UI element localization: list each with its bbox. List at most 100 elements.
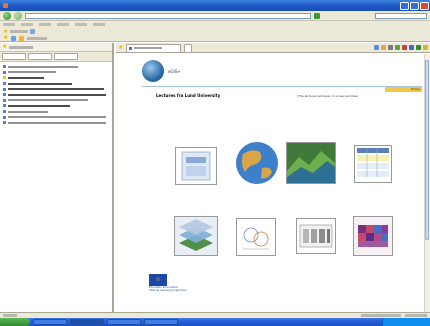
- lecture-thumb-2[interactable]: [234, 140, 280, 186]
- home-link[interactable]: Home: [385, 87, 422, 92]
- taskbar-item[interactable]: [107, 319, 141, 325]
- raster-layers-icon: [179, 219, 213, 251]
- favorites-list: [0, 62, 112, 128]
- help-icon[interactable]: [423, 45, 428, 50]
- taskbar-item-active[interactable]: [70, 319, 104, 325]
- page-menu-icon[interactable]: [395, 45, 400, 50]
- favorites-bar-label[interactable]: [10, 30, 29, 33]
- favorites-center-star-icon[interactable]: ★: [3, 35, 8, 41]
- eu-logo-text: Education and Culture Lifelong learning …: [149, 286, 201, 292]
- close-button[interactable]: [420, 1, 429, 10]
- zoom-level[interactable]: [405, 314, 427, 317]
- database-table-icon: [357, 148, 389, 177]
- research-icon[interactable]: [416, 45, 421, 50]
- cells-grid-icon: [299, 224, 333, 248]
- start-button[interactable]: [0, 318, 30, 326]
- status-zone: [361, 314, 401, 317]
- section-note: (The lectures will open in a new window): [297, 94, 359, 98]
- globe-map-icon: [236, 142, 278, 184]
- menu-item-view[interactable]: [39, 23, 51, 26]
- go-button[interactable]: [314, 12, 320, 19]
- taskbar-item[interactable]: [144, 319, 178, 325]
- minimize-button[interactable]: [400, 1, 409, 10]
- sidebar-tab-favorites[interactable]: [2, 53, 26, 60]
- page-tools: [374, 45, 428, 50]
- tools-icon[interactable]: [409, 45, 414, 50]
- search-input[interactable]: [375, 12, 427, 19]
- sidebar-title: [9, 45, 34, 49]
- favorites-tab-label[interactable]: [27, 36, 48, 40]
- section-title: Lectures fra Lund University: [156, 93, 221, 98]
- tab-favicon: [129, 46, 133, 50]
- menu-bar: [0, 21, 430, 28]
- lecture-thumb-5[interactable]: [174, 216, 218, 256]
- lecture-thumb-1[interactable]: [175, 147, 217, 185]
- tab-label: [134, 47, 163, 49]
- gis-book-cover-icon: [181, 151, 211, 181]
- menu-item-tools[interactable]: [75, 23, 87, 26]
- feeds-icon[interactable]: [381, 45, 386, 50]
- taskbar: [0, 318, 430, 326]
- lecture-thumb-6[interactable]: [236, 218, 276, 256]
- page-icon: [3, 98, 6, 102]
- taskbar-item[interactable]: [33, 319, 67, 325]
- terrain-3d-icon: [287, 151, 335, 183]
- page-icon: [3, 65, 6, 69]
- screen: ★ ★ ★ ★ eGIS+ Home Lectures fra Lund Uni…: [0, 0, 430, 326]
- menu-item-edit[interactable]: [21, 23, 33, 26]
- address-toolbar: [0, 11, 430, 21]
- page-icon: [3, 115, 6, 119]
- sidebar-star-icon: ★: [2, 43, 8, 50]
- safety-icon[interactable]: [402, 45, 407, 50]
- globe-logo-icon: [142, 60, 164, 82]
- favorites-bar: ★: [0, 28, 430, 35]
- page-icon: [3, 104, 6, 108]
- scrollbar-thumb[interactable]: [425, 60, 429, 240]
- page-icon: [3, 87, 6, 91]
- add-to-favorites-icon[interactable]: [11, 35, 17, 41]
- address-input[interactable]: [25, 12, 311, 19]
- vector-analysis-icon: [243, 227, 269, 250]
- favorites-sidebar: ★: [0, 43, 114, 312]
- maximize-button[interactable]: [410, 1, 419, 10]
- sidebar-tab-history[interactable]: [54, 53, 78, 60]
- page-content: eGIS+ Home Lectures fra Lund University …: [116, 54, 430, 312]
- lecture-thumb-7[interactable]: [296, 218, 336, 254]
- tab-favorites-star-icon[interactable]: ★: [118, 44, 123, 51]
- raster-map-icon: [358, 225, 388, 247]
- forward-button[interactable]: [14, 11, 22, 20]
- menu-item-favorites[interactable]: [57, 23, 69, 26]
- tab-strip: ★: [116, 43, 430, 53]
- eu-programme-logo: ✩ Education and Culture Lifelong learnin…: [149, 274, 201, 306]
- feeds-icon[interactable]: [19, 35, 25, 41]
- page-icon: [3, 93, 6, 97]
- home-icon[interactable]: [374, 45, 379, 50]
- list-item[interactable]: [3, 120, 109, 126]
- system-tray: [382, 318, 430, 326]
- back-button[interactable]: [3, 11, 11, 20]
- lecture-thumb-3[interactable]: [286, 142, 336, 184]
- menu-item-help[interactable]: [93, 23, 105, 26]
- eu-flag-icon: ✩: [149, 274, 167, 286]
- site-brand: eGIS+: [168, 69, 181, 74]
- lecture-thumb-8[interactable]: [353, 216, 393, 256]
- lecture-thumb-4[interactable]: [354, 145, 392, 183]
- window-titlebar[interactable]: [0, 0, 430, 11]
- status-text: [3, 314, 17, 317]
- sidebar-tab-feeds[interactable]: [28, 53, 52, 60]
- folder-icon: [3, 76, 6, 80]
- new-tab-button[interactable]: [184, 43, 193, 52]
- page-icon: [3, 82, 6, 86]
- print-icon[interactable]: [388, 45, 393, 50]
- menu-item-file[interactable]: [3, 23, 15, 26]
- page-icon: [3, 70, 6, 74]
- add-favorite-icon[interactable]: [30, 29, 36, 34]
- site-header: eGIS+: [116, 56, 422, 89]
- sidebar-header: ★: [0, 43, 112, 52]
- eu-logo-line2: Lifelong learning programme: [149, 289, 187, 293]
- page-icon: [3, 121, 6, 125]
- browser-app-icon: [3, 3, 8, 8]
- vertical-scrollbar[interactable]: [424, 54, 430, 312]
- page-icon: [3, 110, 6, 114]
- tab-current[interactable]: [126, 43, 182, 52]
